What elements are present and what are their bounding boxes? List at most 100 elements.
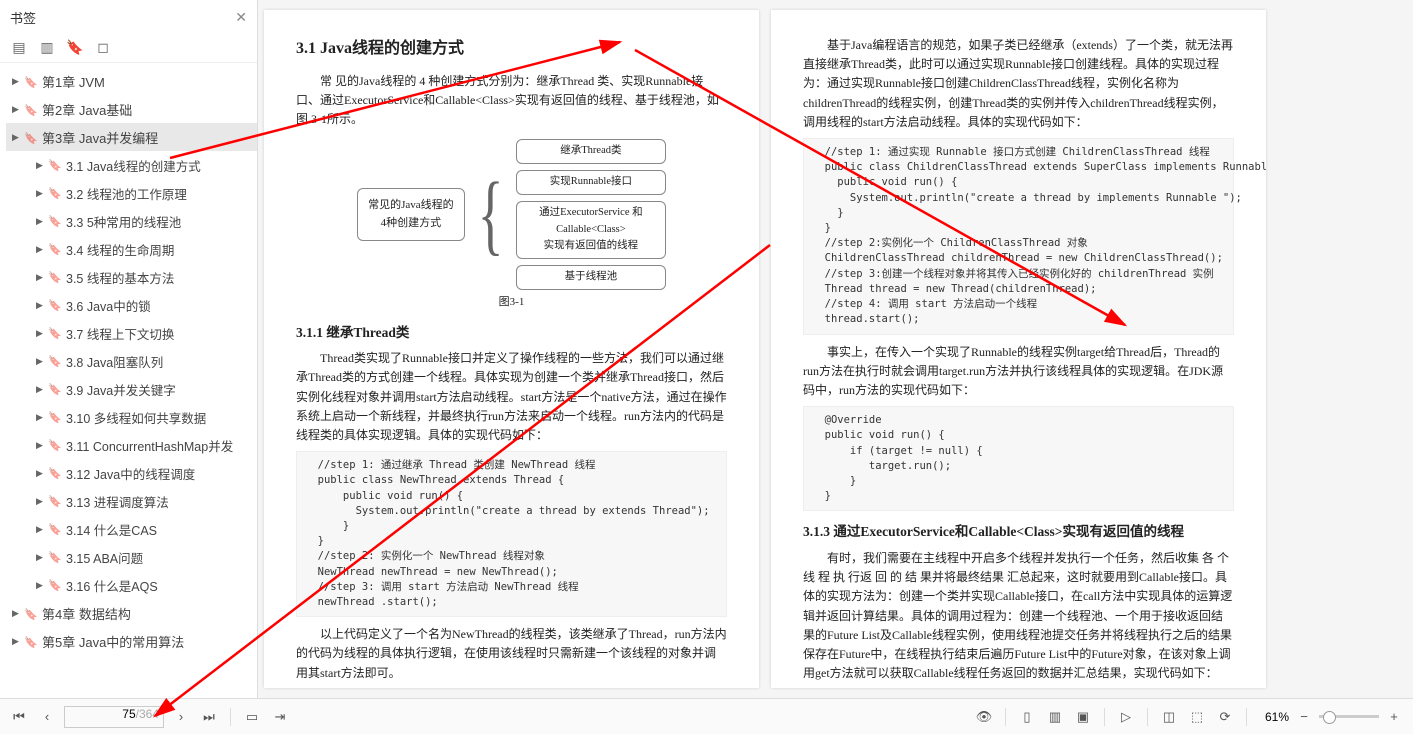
bookmark-label: 3.10 多线程如何共享数据	[66, 408, 206, 427]
chevron-right-icon[interactable]: ▶	[12, 132, 22, 143]
chevron-right-icon[interactable]: ▶	[36, 524, 46, 535]
subsection-heading: 3.1.3 通过ExecutorService和Callable<Class>实…	[803, 521, 1234, 543]
diagram-text: 通过ExecutorService 和	[527, 205, 655, 222]
bookmark-item[interactable]: ▶ 3.11 ConcurrentHashMap并发	[6, 431, 257, 459]
bookmark-icon	[48, 382, 62, 396]
bookmark-item[interactable]: ▶ 3.10 多线程如何共享数据	[6, 403, 257, 431]
two-page-icon[interactable]: ▣	[1072, 706, 1094, 728]
bookmark-label: 3.12 Java中的线程调度	[66, 464, 195, 483]
chevron-right-icon[interactable]: ▶	[36, 580, 46, 591]
zoom-label: 61%	[1265, 710, 1289, 724]
fit-width-icon[interactable]: ⇥	[269, 706, 291, 728]
chevron-right-icon[interactable]: ▶	[36, 356, 46, 367]
single-page-icon[interactable]: ▯	[1016, 706, 1038, 728]
close-icon[interactable]: ✕	[235, 9, 247, 26]
diagram: 常见的Java线程的 4种创建方式 { 继承Thread类 实现Runnable…	[296, 139, 727, 290]
select-icon[interactable]: ⬚	[1186, 706, 1208, 728]
brace-icon: {	[477, 170, 503, 260]
chevron-right-icon[interactable]: ▶	[36, 384, 46, 395]
bookmark-add-icon[interactable]: 🔖	[66, 38, 84, 56]
bookmark-icon	[24, 606, 38, 620]
bookmark-label: 3.11 ConcurrentHashMap并发	[66, 436, 233, 455]
bookmark-label: 第4章 数据结构	[42, 604, 131, 623]
bookmark-label: 3.7 线程上下文切换	[66, 324, 174, 343]
paragraph: 以上代码定义了一个名为NewThread的线程类，该类继承了Thread，run…	[296, 625, 727, 683]
diagram-right: 继承Thread类 实现Runnable接口 通过ExecutorService…	[516, 139, 666, 290]
play-icon[interactable]: ▷	[1115, 706, 1137, 728]
bookmark-icon[interactable]: ◻	[94, 38, 112, 56]
bookmark-item[interactable]: ▶第5章 Java中的常用算法	[6, 627, 257, 655]
prev-page-button[interactable]: ‹	[36, 706, 58, 728]
content-area: 3.1 Java线程的创建方式 常 见的Java线程的 4 种创建方式分别为：继…	[258, 0, 1413, 698]
view-group: ◫ ⬚ ⟳	[1158, 706, 1236, 728]
last-page-button[interactable]: ⏭	[198, 706, 220, 728]
bookmark-item[interactable]: ▶3.5 线程的基本方法	[6, 263, 257, 291]
zoom-in-button[interactable]: +	[1383, 706, 1405, 728]
diagram-text: 常见的Java线程的	[368, 197, 454, 215]
zoom-area: 61% − +	[1265, 706, 1405, 728]
bookmark-item[interactable]: ▶ 第4章 数据结构	[6, 599, 257, 627]
bookmark-list[interactable]: ▶第1章 JVM▶第2章 Java基础▶第3章 Java并发编程▶3.1 Jav…	[0, 63, 257, 698]
chevron-right-icon[interactable]: ▶	[36, 300, 46, 311]
zoom-out-button[interactable]: −	[1293, 706, 1315, 728]
bookmark-icon	[48, 578, 62, 592]
chevron-right-icon[interactable]: ▶	[12, 76, 22, 87]
sidebar-title: 书签	[10, 8, 36, 27]
bookmark-item[interactable]: ▶ 3.7 线程上下文切换	[6, 319, 257, 347]
chevron-right-icon[interactable]: ▶	[36, 468, 46, 479]
page-input[interactable]: 75/364	[64, 706, 164, 728]
separator	[1246, 708, 1247, 726]
bookmark-item[interactable]: ▶3.16 什么是AQS	[6, 571, 257, 599]
chevron-right-icon[interactable]: ▶	[12, 104, 22, 115]
page-current: 75	[122, 707, 135, 721]
bookmark-item[interactable]: ▶ 3.12 Java中的线程调度	[6, 459, 257, 487]
chevron-right-icon[interactable]: ▶	[36, 328, 46, 339]
bookmark-item[interactable]: ▶3.2 线程池的工作原理	[6, 179, 257, 207]
next-page-button[interactable]: ›	[170, 706, 192, 728]
bookmark-item[interactable]: ▶3.6 Java中的锁	[6, 291, 257, 319]
paragraph: 基于Java编程语言的规范，如果子类已经继承（extends）了一个类，就无法再…	[803, 36, 1234, 132]
bookmark-item[interactable]: ▶3.4 线程的生命周期	[6, 235, 257, 263]
chevron-right-icon[interactable]: ▶	[36, 244, 46, 255]
bookmark-icon	[48, 242, 62, 256]
bookmark-icon	[48, 270, 62, 284]
bookmark-item[interactable]: ▶3.9 Java并发关键字	[6, 375, 257, 403]
continuous-icon[interactable]: ▥	[1044, 706, 1066, 728]
bookmark-item[interactable]: ▶第1章 JVM	[6, 67, 257, 95]
bookmark-item[interactable]: ▶3.15 ABA问题	[6, 543, 257, 571]
bookmark-item[interactable]: ▶3.13 进程调度算法	[6, 487, 257, 515]
bookmark-icon	[48, 550, 62, 564]
crop-icon[interactable]: ◫	[1158, 706, 1180, 728]
chevron-right-icon[interactable]: ▶	[36, 496, 46, 507]
chevron-right-icon[interactable]: ▶	[36, 412, 46, 423]
rotate-icon[interactable]: ⟳	[1214, 706, 1236, 728]
bookmark-icon	[24, 634, 38, 648]
chevron-right-icon[interactable]: ▶	[12, 608, 22, 619]
bookmark-item[interactable]: ▶ 3.1 Java线程的创建方式	[6, 151, 257, 179]
collapse-all-icon[interactable]: ▥	[38, 38, 56, 56]
page-left: 3.1 Java线程的创建方式 常 见的Java线程的 4 种创建方式分别为：继…	[264, 10, 759, 688]
bookmark-item[interactable]: ▶第2章 Java基础	[6, 95, 257, 123]
fit-page-icon[interactable]: ▭	[241, 706, 263, 728]
bookmark-item[interactable]: ▶3.8 Java阻塞队列	[6, 347, 257, 375]
diagram-text: 实现有返回值的线程	[527, 238, 655, 255]
chevron-right-icon[interactable]: ▶	[36, 160, 46, 171]
chevron-right-icon[interactable]: ▶	[36, 552, 46, 563]
separator	[1147, 708, 1148, 726]
chevron-right-icon[interactable]: ▶	[36, 188, 46, 199]
page-total: /364	[136, 707, 159, 721]
bookmark-item[interactable]: ▶第3章 Java并发编程	[6, 123, 257, 151]
visibility-icon[interactable]: 👁	[973, 706, 995, 728]
chevron-right-icon[interactable]: ▶	[36, 272, 46, 283]
bookmark-item[interactable]: ▶3.3 5种常用的线程池	[6, 207, 257, 235]
first-page-button[interactable]: ⏮	[8, 706, 30, 728]
chevron-right-icon[interactable]: ▶	[36, 216, 46, 227]
paragraph: 有时，我们需要在主线程中开启多个线程并发执行一个任务，然后收集 各 个 线 程 …	[803, 549, 1234, 683]
expand-all-icon[interactable]: ▤	[10, 38, 28, 56]
chevron-right-icon[interactable]: ▶	[12, 636, 22, 647]
chevron-right-icon[interactable]: ▶	[36, 440, 46, 451]
zoom-slider[interactable]	[1319, 715, 1379, 718]
bookmark-label: 3.1 Java线程的创建方式	[66, 156, 201, 175]
code-block: //step 1: 通过实现 Runnable 接口方式创建 ChildrenC…	[803, 138, 1234, 335]
bookmark-item[interactable]: ▶3.14 什么是CAS	[6, 515, 257, 543]
